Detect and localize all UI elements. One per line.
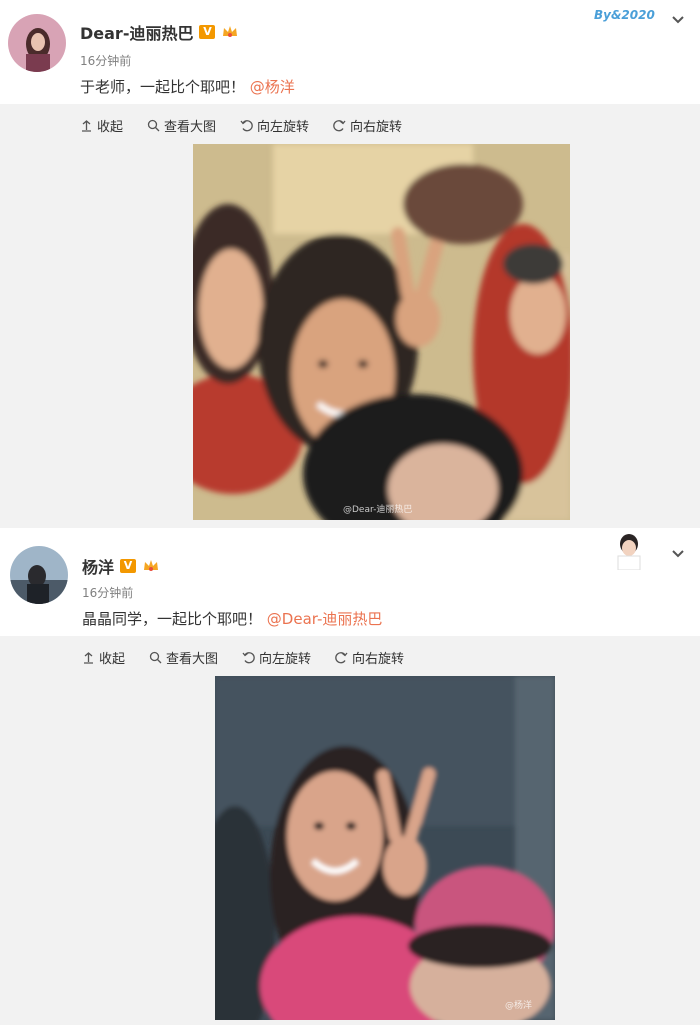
rotate-right-button[interactable]: 向右旋转 [333,116,402,135]
post-header: 杨洋 V 16分钟前 晶晶同学，一起比个耶吧！ @Dear-迪丽热巴 [0,528,700,636]
collapse-button[interactable]: 收起 [82,648,125,667]
photo-image [215,676,555,1020]
timestamp[interactable]: 16分钟前 [82,584,133,601]
post-text-body: 于老师，一起比个耶吧！ [80,78,246,96]
username-text[interactable]: Dear-迪丽热巴 [80,20,193,44]
image-toolbar: 收起 查看大图 向左旋转 向右旋转 [80,116,402,135]
rotate-right-icon [333,120,346,132]
rotate-left-icon [240,120,253,132]
rotate-right-label: 向右旋转 [352,652,405,667]
photo-image [193,144,570,520]
avatar[interactable] [10,546,68,604]
post-text: 晶晶同学，一起比个耶吧！ @Dear-迪丽热巴 [82,608,382,629]
rotate-left-button[interactable]: 向左旋转 [240,116,309,135]
rotate-left-button[interactable]: 向左旋转 [242,648,311,667]
collapse-arrow-icon [82,120,91,132]
rotate-right-button[interactable]: 向右旋转 [335,648,404,667]
mention-link[interactable]: @杨洋 [250,78,295,96]
view-large-button[interactable]: 查看大图 [147,116,216,135]
search-icon [149,651,162,664]
rotate-right-icon [335,652,348,664]
post-text: 于老师，一起比个耶吧！ @杨洋 [80,76,295,97]
weibo-post: Dear-迪丽热巴 V 16分钟前 于老师，一起比个耶吧！ @杨洋 By&202… [0,0,700,520]
timestamp[interactable]: 16分钟前 [80,52,131,69]
decoration-avatar-icon [617,534,641,570]
crown-icon [144,560,159,571]
chevron-down-icon[interactable] [670,12,686,28]
view-large-button[interactable]: 查看大图 [149,648,218,667]
rotate-left-label: 向左旋转 [257,120,310,135]
crown-icon [223,26,238,37]
photo-watermark: @杨洋 [505,1001,533,1011]
verified-badge: V [199,25,216,39]
rotate-left-icon [242,652,255,664]
view-large-label: 查看大图 [166,652,219,667]
verified-badge: V [120,559,137,573]
collapse-label: 收起 [97,120,124,135]
mention-link[interactable]: @Dear-迪丽热巴 [267,610,383,628]
view-large-label: 查看大图 [164,120,217,135]
rotate-left-label: 向左旋转 [259,652,312,667]
post-photo[interactable]: @Dear-迪丽热巴 [193,144,570,520]
search-icon [147,119,160,132]
avatar[interactable] [8,14,66,72]
decoration-tag: By&2020 [594,8,655,22]
image-toolbar: 收起 查看大图 向左旋转 向右旋转 [82,648,404,667]
post-header: Dear-迪丽热巴 V 16分钟前 于老师，一起比个耶吧！ @杨洋 By&202… [0,0,700,104]
username[interactable]: Dear-迪丽热巴 V [80,20,239,44]
post-photo[interactable]: @杨洋 [215,676,555,1020]
chevron-down-icon[interactable] [670,546,686,562]
username[interactable]: 杨洋 V [82,554,160,578]
username-text[interactable]: 杨洋 [82,554,114,578]
weibo-post: 杨洋 V 16分钟前 晶晶同学，一起比个耶吧！ @Dear-迪丽热巴 收起 查看… [0,528,700,1020]
collapse-label: 收起 [99,652,126,667]
photo-watermark: @Dear-迪丽热巴 [343,505,413,515]
post-text-body: 晶晶同学，一起比个耶吧！ [82,610,263,628]
collapse-button[interactable]: 收起 [80,116,123,135]
collapse-arrow-icon [84,652,93,664]
rotate-right-label: 向右旋转 [350,120,403,135]
